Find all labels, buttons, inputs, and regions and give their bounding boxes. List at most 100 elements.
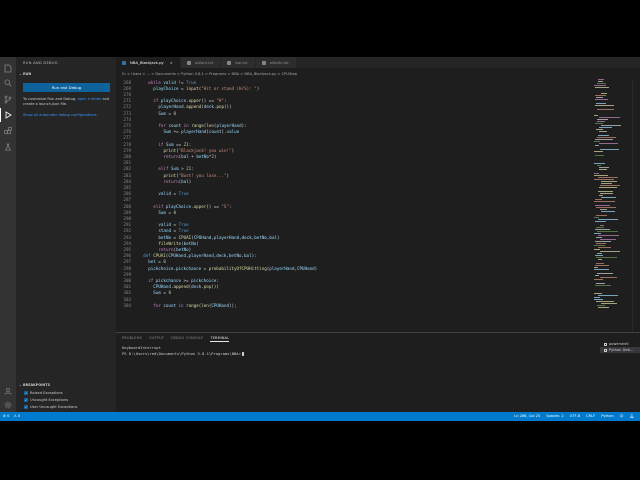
minimap-line [598, 177, 618, 178]
minimap-line [599, 187, 617, 188]
minimap-line [601, 125, 621, 126]
bell-icon[interactable]: 🔔︎ [629, 414, 634, 418]
checkbox-checked-icon[interactable]: ✓ [24, 398, 28, 402]
terminal-name: Python Deb... [609, 348, 634, 352]
line-endings[interactable]: CRLF [586, 414, 595, 418]
minimap-line [596, 237, 602, 238]
tab-nba-blackjack[interactable]: NBA_Blackjack.py × [116, 57, 181, 68]
extensions-icon[interactable] [3, 126, 13, 136]
warnings-count[interactable]: ⚠ 0 [13, 414, 20, 418]
minimap-line [600, 193, 613, 194]
minimap-line [597, 121, 605, 122]
settings-gear-icon[interactable] [3, 400, 13, 410]
errors-count[interactable]: ⊗ 0 [3, 414, 9, 418]
line-number: 281 [123, 160, 131, 166]
checkbox-checked-icon[interactable]: ✓ [24, 405, 28, 409]
code-text: def CPUAI(CPUHand,playerHand,deck,betNo,… [143, 253, 257, 259]
line-number: 284 [123, 178, 131, 184]
code-text: Sum += playerHand[count].value [163, 129, 240, 135]
open-folder-link[interactable]: open a folder [77, 97, 101, 101]
minimap[interactable] [592, 79, 632, 319]
terminal-cursor [241, 352, 244, 356]
line-number: 302 [123, 290, 131, 296]
test-icon[interactable] [3, 142, 13, 152]
minimap-line [596, 129, 603, 130]
minimap-line [598, 235, 619, 236]
language-mode[interactable]: Python [601, 414, 613, 418]
code-text: if playChoice.upper() == "H": [153, 98, 227, 104]
breakpoint-label: User Uncaught Exceptions [30, 405, 78, 409]
minimap-line [598, 307, 609, 308]
indentation[interactable]: Spaces: 2 [546, 414, 563, 418]
breakpoints-header[interactable]: ⌄ BREAKPOINTS [19, 383, 50, 387]
account-icon[interactable] [3, 386, 13, 396]
minimap-line [597, 305, 605, 306]
run-and-debug-button[interactable]: Run and Debug [23, 83, 110, 92]
minimap-line [594, 141, 600, 142]
line-number: 274 [123, 116, 131, 122]
tab-problems[interactable]: PROBLEMS [122, 336, 142, 342]
code-editor[interactable]: 268 while valid != True 269 playChoice = in… [116, 79, 606, 331]
minimap-line [595, 87, 609, 88]
minimap-line [594, 115, 598, 116]
terminal-item-python-debug[interactable]: Python Deb... [600, 347, 640, 353]
minimap-line [595, 205, 610, 206]
minimap-line [595, 145, 599, 146]
terminal-name: powershell [609, 342, 629, 346]
line-number: 300 [123, 277, 131, 283]
breakpoint-user-uncaught-exceptions[interactable]: ✓ User Uncaught Exceptions [24, 405, 77, 409]
tab-debug-console[interactable]: DEBUG CONSOLE [171, 336, 203, 342]
minimap-line [601, 197, 616, 198]
breakpoint-raised-exceptions[interactable]: ✓ Raised Exceptions [24, 391, 63, 395]
minimap-line [595, 241, 611, 242]
terminal-prompt[interactable]: PS D:\Users\red\Documents\Python 3.8.1\P… [122, 351, 244, 356]
minimap-line [601, 181, 617, 182]
line-number: 277 [123, 135, 131, 141]
minimap-line [596, 103, 606, 104]
terminal-icon [604, 348, 607, 352]
tab-terminal[interactable]: TERMINAL [210, 336, 230, 342]
run-debug-sidebar: RUN AND DEBUG ⌄ RUN Run and Debug To cus… [16, 57, 116, 412]
bottom-panel: PROBLEMS OUTPUT DEBUG CONSOLE TERMINAL K… [116, 332, 640, 412]
search-icon[interactable] [3, 78, 13, 88]
minimap-line [600, 251, 620, 252]
sidebar-title: RUN AND DEBUG [23, 61, 58, 65]
code-text: if pickchance >= pickchoice: [148, 277, 219, 283]
terminal-list: powershell Python Deb... [600, 341, 640, 353]
cursor-position[interactable]: Ln 286, Col 25 [514, 414, 540, 418]
minimap-line [599, 169, 607, 170]
tab-bal[interactable]: bal.txt [221, 57, 256, 68]
breakpoint-uncaught-exceptions[interactable]: ✓ Uncaught Exceptions [24, 398, 68, 402]
minimap-line [594, 299, 603, 300]
tab-output[interactable]: OUTPUT [149, 336, 164, 342]
minimap-line [598, 295, 618, 296]
minimap-line [594, 233, 601, 234]
run-section-label: RUN [23, 72, 32, 76]
minimap-line [599, 117, 620, 118]
line-number: 290 [123, 215, 131, 221]
minimap-line [597, 273, 613, 274]
editor-scrollbar[interactable] [632, 79, 640, 331]
code-text: playerHand.append(deck.pop()) [158, 104, 232, 110]
terminal-icon [604, 342, 607, 346]
run-section-header[interactable]: ⌄ RUN [19, 72, 31, 76]
minimap-line [597, 109, 614, 110]
tab-pword[interactable]: pWord.txt [180, 57, 222, 68]
minimap-line [594, 279, 603, 280]
feedback-icon[interactable]: ☺ [620, 414, 624, 418]
files-icon[interactable] [3, 63, 13, 73]
run-debug-icon[interactable] [0, 108, 13, 122]
source-control-icon[interactable] [3, 94, 13, 104]
line-number: 299 [123, 271, 131, 277]
minimap-line [595, 105, 614, 106]
code-line[interactable]: 304 for count in range(len(CPUHand)); [116, 302, 236, 308]
minimap-line [601, 93, 607, 94]
minimap-line [594, 163, 605, 164]
tab-allbets[interactable]: allbets.txt [255, 57, 297, 68]
code-text: while valid != True [148, 79, 197, 85]
breadcrumb[interactable]: D: > Users > ... > Documents > Python 3.… [122, 72, 297, 76]
show-debug-configs-link[interactable]: Show all automatic debug configurations. [23, 113, 111, 118]
checkbox-checked-icon[interactable]: ✓ [24, 391, 28, 395]
encoding[interactable]: UTF-8 [570, 414, 580, 418]
close-icon[interactable]: × [170, 61, 173, 65]
